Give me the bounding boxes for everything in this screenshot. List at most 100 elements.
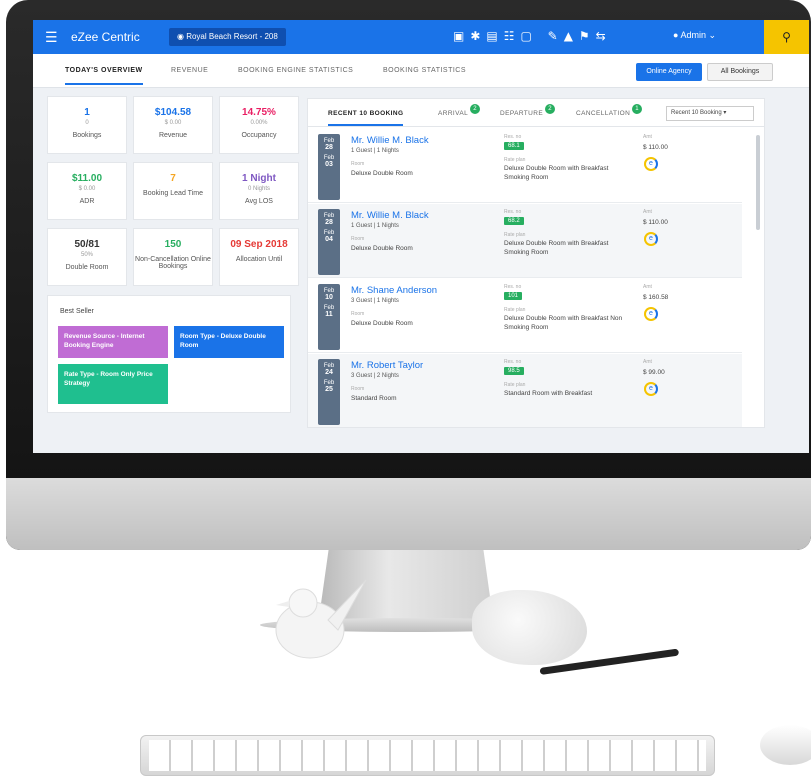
tab-booking-statistics[interactable]: BOOKING STATISTICS — [383, 67, 466, 74]
stat-value: 14.75% — [242, 107, 276, 118]
user-menu[interactable]: ● Admin ⌄ — [673, 30, 716, 41]
stat-card[interactable]: $104.58 $ 0.00 Revenue — [133, 96, 213, 154]
stat-sub-value: 0 Nights — [247, 186, 270, 192]
room-value: Standard Room — [351, 395, 397, 402]
tab-revenue[interactable]: REVENUE — [171, 67, 208, 74]
ceramic-bird — [275, 579, 367, 659]
date-checkin: 24 — [325, 369, 333, 376]
stat-label: Double Room — [65, 264, 109, 271]
booking-source-icon: e — [644, 307, 658, 321]
room-label: Room — [351, 236, 365, 242]
reservation-number-badge: 98.5 — [504, 367, 524, 375]
booking-source-icon: e — [644, 232, 658, 246]
booking-date-badge: Feb 10 Feb 11 — [318, 284, 340, 350]
booking-source-icon: e — [644, 382, 658, 396]
tab-departure[interactable]: DEPARTURE2 — [500, 104, 556, 117]
property-selector[interactable]: ◉ Royal Beach Resort - 208 — [169, 28, 286, 46]
reservation-number-badge: 68.1 — [504, 142, 524, 150]
booking-row[interactable]: Feb 10 Feb 11 Mr. Shane Anderson 3 Guest | 1 … — [308, 279, 742, 353]
rate-plan-label: Rate plan — [504, 157, 526, 163]
app-logo[interactable]: eZee Centric — [71, 30, 140, 44]
stat-card[interactable]: 7 Booking Lead Time — [133, 162, 213, 220]
tab-arrival[interactable]: ARRIVAL2 — [438, 104, 481, 117]
tab-recent-10-booking[interactable]: RECENT 10 BOOKING — [328, 110, 404, 126]
tab-booking-engine-statistics[interactable]: BOOKING ENGINE STATISTICS — [238, 67, 353, 74]
stat-sub-value: $ 0.00 — [78, 186, 96, 192]
amount-label: Amt — [643, 359, 652, 365]
room-label: Room — [351, 161, 365, 167]
property-name: Royal Beach Resort - 208 — [186, 32, 278, 41]
amount-label: Amt — [643, 134, 652, 140]
mouse — [760, 725, 811, 765]
booking-row[interactable]: Feb 24 Feb 25 Mr. Robert Taylor 3 Guest | 2 N… — [308, 354, 742, 427]
stat-sub-value: $ 0.00 — [164, 120, 182, 126]
stat-card[interactable]: 14.75% 0.00% Occupancy — [219, 96, 299, 154]
booking-date-badge: Feb 28 Feb 03 — [318, 134, 340, 200]
amount-value: $ 110.00 — [643, 219, 668, 226]
stat-card[interactable]: 150 Non-Cancellation Online Bookings — [133, 228, 213, 286]
guest-summary: 1 Guest | 1 Nights — [351, 148, 399, 154]
apple-logo-icon — [394, 493, 428, 529]
stat-label: ADR — [79, 198, 95, 205]
desk-scene: ☰ eZee Centric ◉ Royal Beach Resort - 20… — [0, 0, 811, 776]
search-icon[interactable]: ⚲ — [764, 20, 809, 54]
booking-filter-select[interactable]: Recent 10 Booking ▾ — [666, 106, 754, 121]
stat-card[interactable]: 1 0 Bookings — [47, 96, 127, 154]
stat-label: Revenue — [158, 132, 188, 139]
room-value: Deluxe Double Room — [351, 245, 413, 252]
amount-label: Amt — [643, 209, 652, 215]
guest-name-link[interactable]: Mr. Robert Taylor — [351, 360, 423, 371]
guest-summary: 1 Guest | 1 Nights — [351, 223, 399, 229]
app-screen: ☰ eZee Centric ◉ Royal Beach Resort - 20… — [33, 20, 809, 453]
scrollbar[interactable] — [756, 135, 760, 230]
stat-card[interactable]: $11.00 $ 0.00 ADR — [47, 162, 127, 220]
main-tabs: TODAY'S OVERVIEW REVENUE BOOKING ENGINE … — [33, 54, 809, 88]
date-checkin: 28 — [325, 219, 333, 226]
tab-todays-overview[interactable]: TODAY'S OVERVIEW — [65, 67, 143, 85]
departure-count-badge: 2 — [545, 104, 556, 114]
stat-value: $104.58 — [154, 107, 192, 118]
tab-label: DEPARTURE — [500, 110, 544, 117]
booking-row[interactable]: Feb 28 Feb 03 Mr. Willie M. Black 1 Guest | 1… — [308, 129, 742, 203]
booking-date-badge: Feb 24 Feb 25 — [318, 359, 340, 425]
date-checkout: 04 — [325, 236, 333, 243]
rate-plan-label: Rate plan — [504, 232, 526, 238]
stat-sub-value: 0 — [85, 120, 89, 126]
rate-plan-label: Rate plan — [504, 382, 526, 388]
tab-cancellation[interactable]: CANCELLATION1 — [576, 104, 643, 117]
stat-label: Bookings — [72, 132, 102, 139]
tab-label: CANCELLATION — [576, 110, 631, 117]
date-checkout: 11 — [325, 311, 333, 318]
stat-value: 7 — [170, 173, 176, 184]
guest-name-link[interactable]: Mr. Shane Anderson — [351, 285, 437, 296]
tab-label: RECENT 10 BOOKING — [328, 110, 404, 117]
stat-label: Booking Lead Time — [143, 190, 203, 197]
stat-card[interactable]: 09 Sep 2018 Allocation Until — [219, 228, 299, 286]
booking-tabs: RECENT 10 BOOKING ARRIVAL2 DEPARTURE2 CA… — [308, 99, 764, 127]
room-label: Room — [351, 386, 365, 392]
rate-plan-value: Standard Room with Breakfast — [504, 390, 593, 397]
online-agency-button[interactable]: Online Agency — [636, 63, 702, 81]
guest-name-link[interactable]: Mr. Willie M. Black — [351, 210, 429, 221]
best-seller-room-type: Room Type - Deluxe Double Room — [174, 326, 284, 358]
reservation-number-badge: 68.2 — [504, 217, 524, 225]
guest-name-link[interactable]: Mr. Willie M. Black — [351, 135, 429, 146]
tab-label: ARRIVAL — [438, 110, 469, 117]
stat-value: 1 Night — [242, 173, 276, 184]
bookings-panel: RECENT 10 BOOKING ARRIVAL2 DEPARTURE2 CA… — [307, 98, 765, 428]
date-checkin: 10 — [325, 294, 333, 301]
stat-label: Non-Cancellation Online Bookings — [135, 256, 211, 270]
stat-value: 09 Sep 2018 — [230, 239, 288, 250]
stat-label: Allocation Until — [235, 256, 283, 263]
stat-card[interactable]: 1 Night 0 Nights Avg LOS — [219, 162, 299, 220]
booking-filter-value: Recent 10 Booking — [671, 110, 722, 116]
booking-row[interactable]: Feb 28 Feb 04 Mr. Willie M. Black 1 Guest | 1… — [308, 204, 742, 278]
stat-card[interactable]: 50/81 50% Double Room — [47, 228, 127, 286]
rate-plan-value: Deluxe Double Room with Breakfast Smokin… — [504, 240, 609, 256]
res-no-label: Res. no — [504, 134, 522, 140]
amount-value: $ 110.00 — [643, 144, 668, 151]
all-bookings-button[interactable]: All Bookings — [707, 63, 773, 81]
toolbar-icons[interactable]: ▣✱▤☷▢ ✎▲⚑⇆ — [453, 29, 612, 43]
menu-icon[interactable]: ☰ — [45, 29, 58, 46]
booking-list: Feb 28 Feb 03 Mr. Willie M. Black 1 Guest | 1… — [308, 129, 742, 427]
